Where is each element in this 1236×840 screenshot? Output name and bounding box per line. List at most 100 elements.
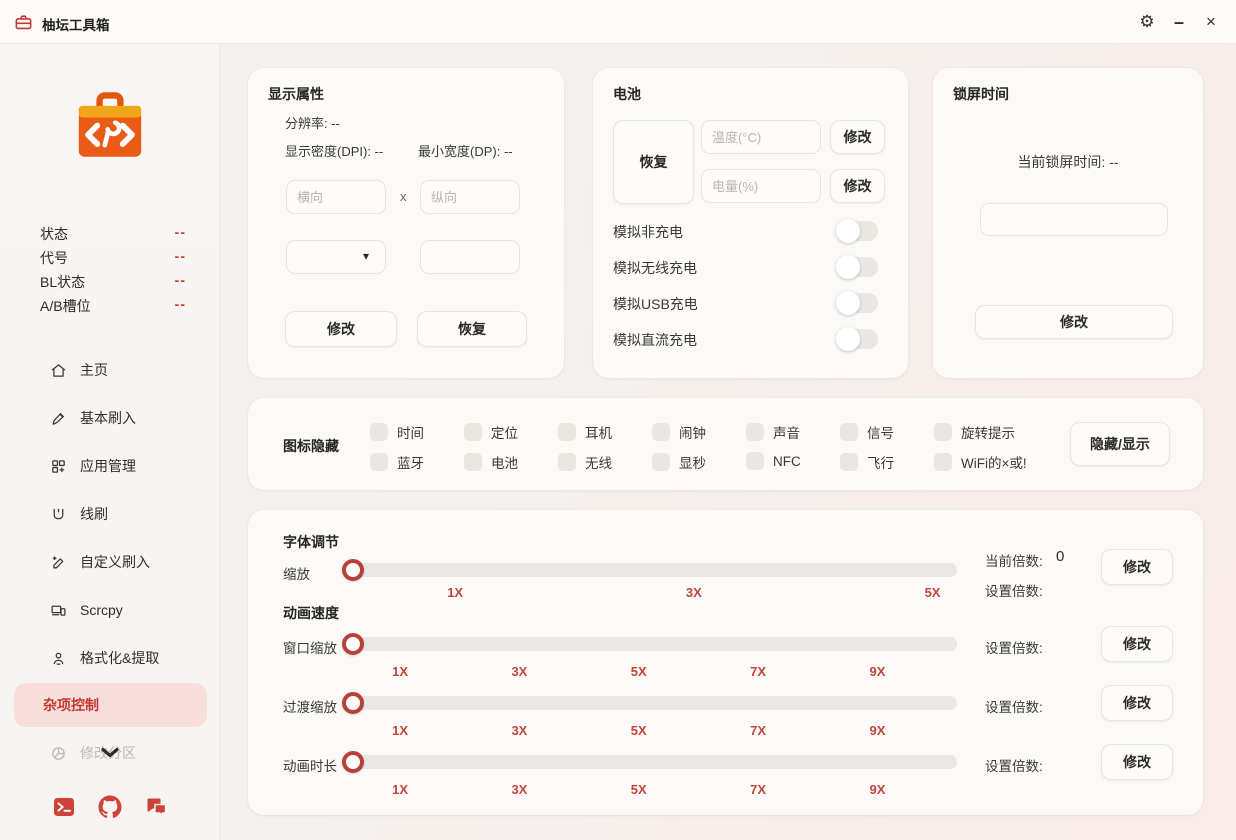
min-width-input[interactable] xyxy=(420,240,520,274)
chat-icon[interactable] xyxy=(145,795,169,819)
checkbox-headset[interactable] xyxy=(558,423,576,441)
current-lock-time-label: 当前锁屏时间: -- xyxy=(933,152,1203,172)
sidebar-item-custom-flash[interactable]: 自定义刷入 xyxy=(14,540,207,584)
toggle-label: 模拟非充电 xyxy=(613,222,683,242)
checkbox-bluetooth[interactable] xyxy=(370,453,388,471)
battery-level-input[interactable] xyxy=(701,169,821,203)
battery-restore-button[interactable]: 恢复 xyxy=(613,120,694,204)
lock-time-input[interactable] xyxy=(980,203,1168,236)
font-modify-button[interactable]: 修改 xyxy=(1101,549,1173,585)
chevron-down-icon[interactable] xyxy=(95,746,125,760)
sidebar-item-fastboot[interactable]: 线刷 xyxy=(14,492,207,536)
slider-knob[interactable] xyxy=(342,692,364,714)
checkbox-label: 耳机 xyxy=(585,422,612,442)
times-separator: x xyxy=(400,189,407,204)
battery-temp-input[interactable] xyxy=(701,120,821,154)
status-value: -- xyxy=(175,272,186,290)
sidebar-item-label: 基本刷入 xyxy=(80,408,136,428)
toggle-no-charge[interactable] xyxy=(838,221,878,241)
checkbox-seconds[interactable] xyxy=(652,453,670,471)
icon-hide-card: 图标隐藏 时间 定位 耳机 闹钟 声音 xyxy=(248,398,1203,490)
checkbox-label: 信号 xyxy=(867,422,894,442)
checkbox-label: 电池 xyxy=(491,452,518,472)
checkbox-location[interactable] xyxy=(464,423,482,441)
settings-gear-icon[interactable]: ⚙ xyxy=(1130,0,1164,44)
github-icon[interactable] xyxy=(98,795,122,819)
checkbox-nfc[interactable] xyxy=(746,452,764,470)
status-row: A/B槽位 -- xyxy=(40,296,186,314)
titlebar: 柚坛工具箱 ⚙ – × xyxy=(0,0,1236,44)
sidebar-item-app-manage[interactable]: 应用管理 xyxy=(14,444,207,488)
current-multiplier-label: 当前倍数: xyxy=(985,550,1043,570)
transition-anim-modify-button[interactable]: 修改 xyxy=(1101,685,1173,721)
hide-show-button[interactable]: 隐藏/显示 xyxy=(1070,422,1170,466)
height-input[interactable] xyxy=(420,180,520,214)
set-multiplier-label: 设置倍数: xyxy=(985,580,1043,600)
resolution-label: 分辨率: -- xyxy=(285,113,340,132)
sidebar-item-home[interactable]: 主页 xyxy=(14,348,207,392)
sidebar-item-format-extract[interactable]: 格式化&提取 xyxy=(14,636,207,680)
font-scale-slider[interactable] xyxy=(345,563,957,577)
home-icon xyxy=(50,362,67,379)
sidebar-item-scrcpy[interactable]: Scrcpy xyxy=(14,588,207,632)
tick-label: 1X xyxy=(392,664,408,679)
checkbox-time[interactable] xyxy=(370,423,388,441)
checkbox-cell: WiFi的×或! xyxy=(934,452,1027,472)
checkbox-cell: 旋转提示 xyxy=(934,422,1015,442)
dpi-select[interactable]: ▾ xyxy=(286,240,386,274)
checkbox-wifi-mark[interactable] xyxy=(934,453,952,471)
pie-partition-icon xyxy=(50,745,67,762)
current-multiplier-value: 0 xyxy=(1056,548,1064,565)
checkbox-cell: 耳机 xyxy=(558,422,612,442)
display-restore-button[interactable]: 恢复 xyxy=(417,311,527,347)
sidebar-item-misc-control[interactable]: 杂项控制 xyxy=(14,683,207,727)
sidebar-item-label: 应用管理 xyxy=(80,456,136,476)
sidebar-item-label: 杂项控制 xyxy=(43,695,99,715)
toolbox-logo xyxy=(73,92,147,170)
slider-ticks: 1X 3X 5X 7X 9X xyxy=(345,723,957,739)
sidebar-item-basic-flash[interactable]: 基本刷入 xyxy=(14,396,207,440)
toggle-knob xyxy=(836,219,860,243)
checkbox-signal[interactable] xyxy=(840,423,858,441)
app-window: 柚坛工具箱 ⚙ – × 状态 -- 代号 -- BL状态 xyxy=(0,0,1236,840)
card-title: 电池 xyxy=(613,84,641,104)
tick-label: 7X xyxy=(750,664,766,679)
card-title: 锁屏时间 xyxy=(953,84,1009,104)
transition-anim-slider[interactable] xyxy=(345,696,957,710)
slider-knob[interactable] xyxy=(342,751,364,773)
checkbox-battery[interactable] xyxy=(464,453,482,471)
slider-label: 窗口缩放 xyxy=(283,637,337,657)
close-icon[interactable]: × xyxy=(1194,0,1228,44)
checkbox-cell: 信号 xyxy=(840,422,894,442)
checkbox-airplane[interactable] xyxy=(840,453,858,471)
toggle-dc-charge[interactable] xyxy=(838,329,878,349)
toggle-usb-charge[interactable] xyxy=(838,293,878,313)
minimize-icon[interactable]: – xyxy=(1162,0,1196,44)
checkbox-volume[interactable] xyxy=(746,423,764,441)
window-anim-slider[interactable] xyxy=(345,637,957,651)
checkbox-cell: 定位 xyxy=(464,422,518,442)
sidebar-item-label: Scrcpy xyxy=(80,602,123,618)
tick-label: 3X xyxy=(686,585,702,600)
checkbox-alarm[interactable] xyxy=(652,423,670,441)
battery-level-modify-button[interactable]: 修改 xyxy=(830,169,885,203)
lock-modify-button[interactable]: 修改 xyxy=(975,305,1173,339)
duration-anim-modify-button[interactable]: 修改 xyxy=(1101,744,1173,780)
sidebar: 状态 -- 代号 -- BL状态 -- A/B槽位 -- 主页 基本刷入 xyxy=(0,44,220,840)
display-modify-button[interactable]: 修改 xyxy=(285,311,397,347)
duration-anim-slider[interactable] xyxy=(345,755,957,769)
edit-pencil-icon xyxy=(50,554,67,571)
terminal-icon[interactable] xyxy=(52,795,76,819)
tick-label: 3X xyxy=(511,664,527,679)
tick-label: 5X xyxy=(631,782,647,797)
width-input[interactable] xyxy=(286,180,386,214)
toggle-wireless-charge[interactable] xyxy=(838,257,878,277)
slider-knob[interactable] xyxy=(342,559,364,581)
checkbox-wifi[interactable] xyxy=(558,453,576,471)
slider-knob[interactable] xyxy=(342,633,364,655)
checkbox-cell: 显秒 xyxy=(652,452,706,472)
window-anim-modify-button[interactable]: 修改 xyxy=(1101,626,1173,662)
checkbox-rotation-hint[interactable] xyxy=(934,423,952,441)
checkbox-label: 声音 xyxy=(773,422,800,442)
battery-temp-modify-button[interactable]: 修改 xyxy=(830,120,885,154)
